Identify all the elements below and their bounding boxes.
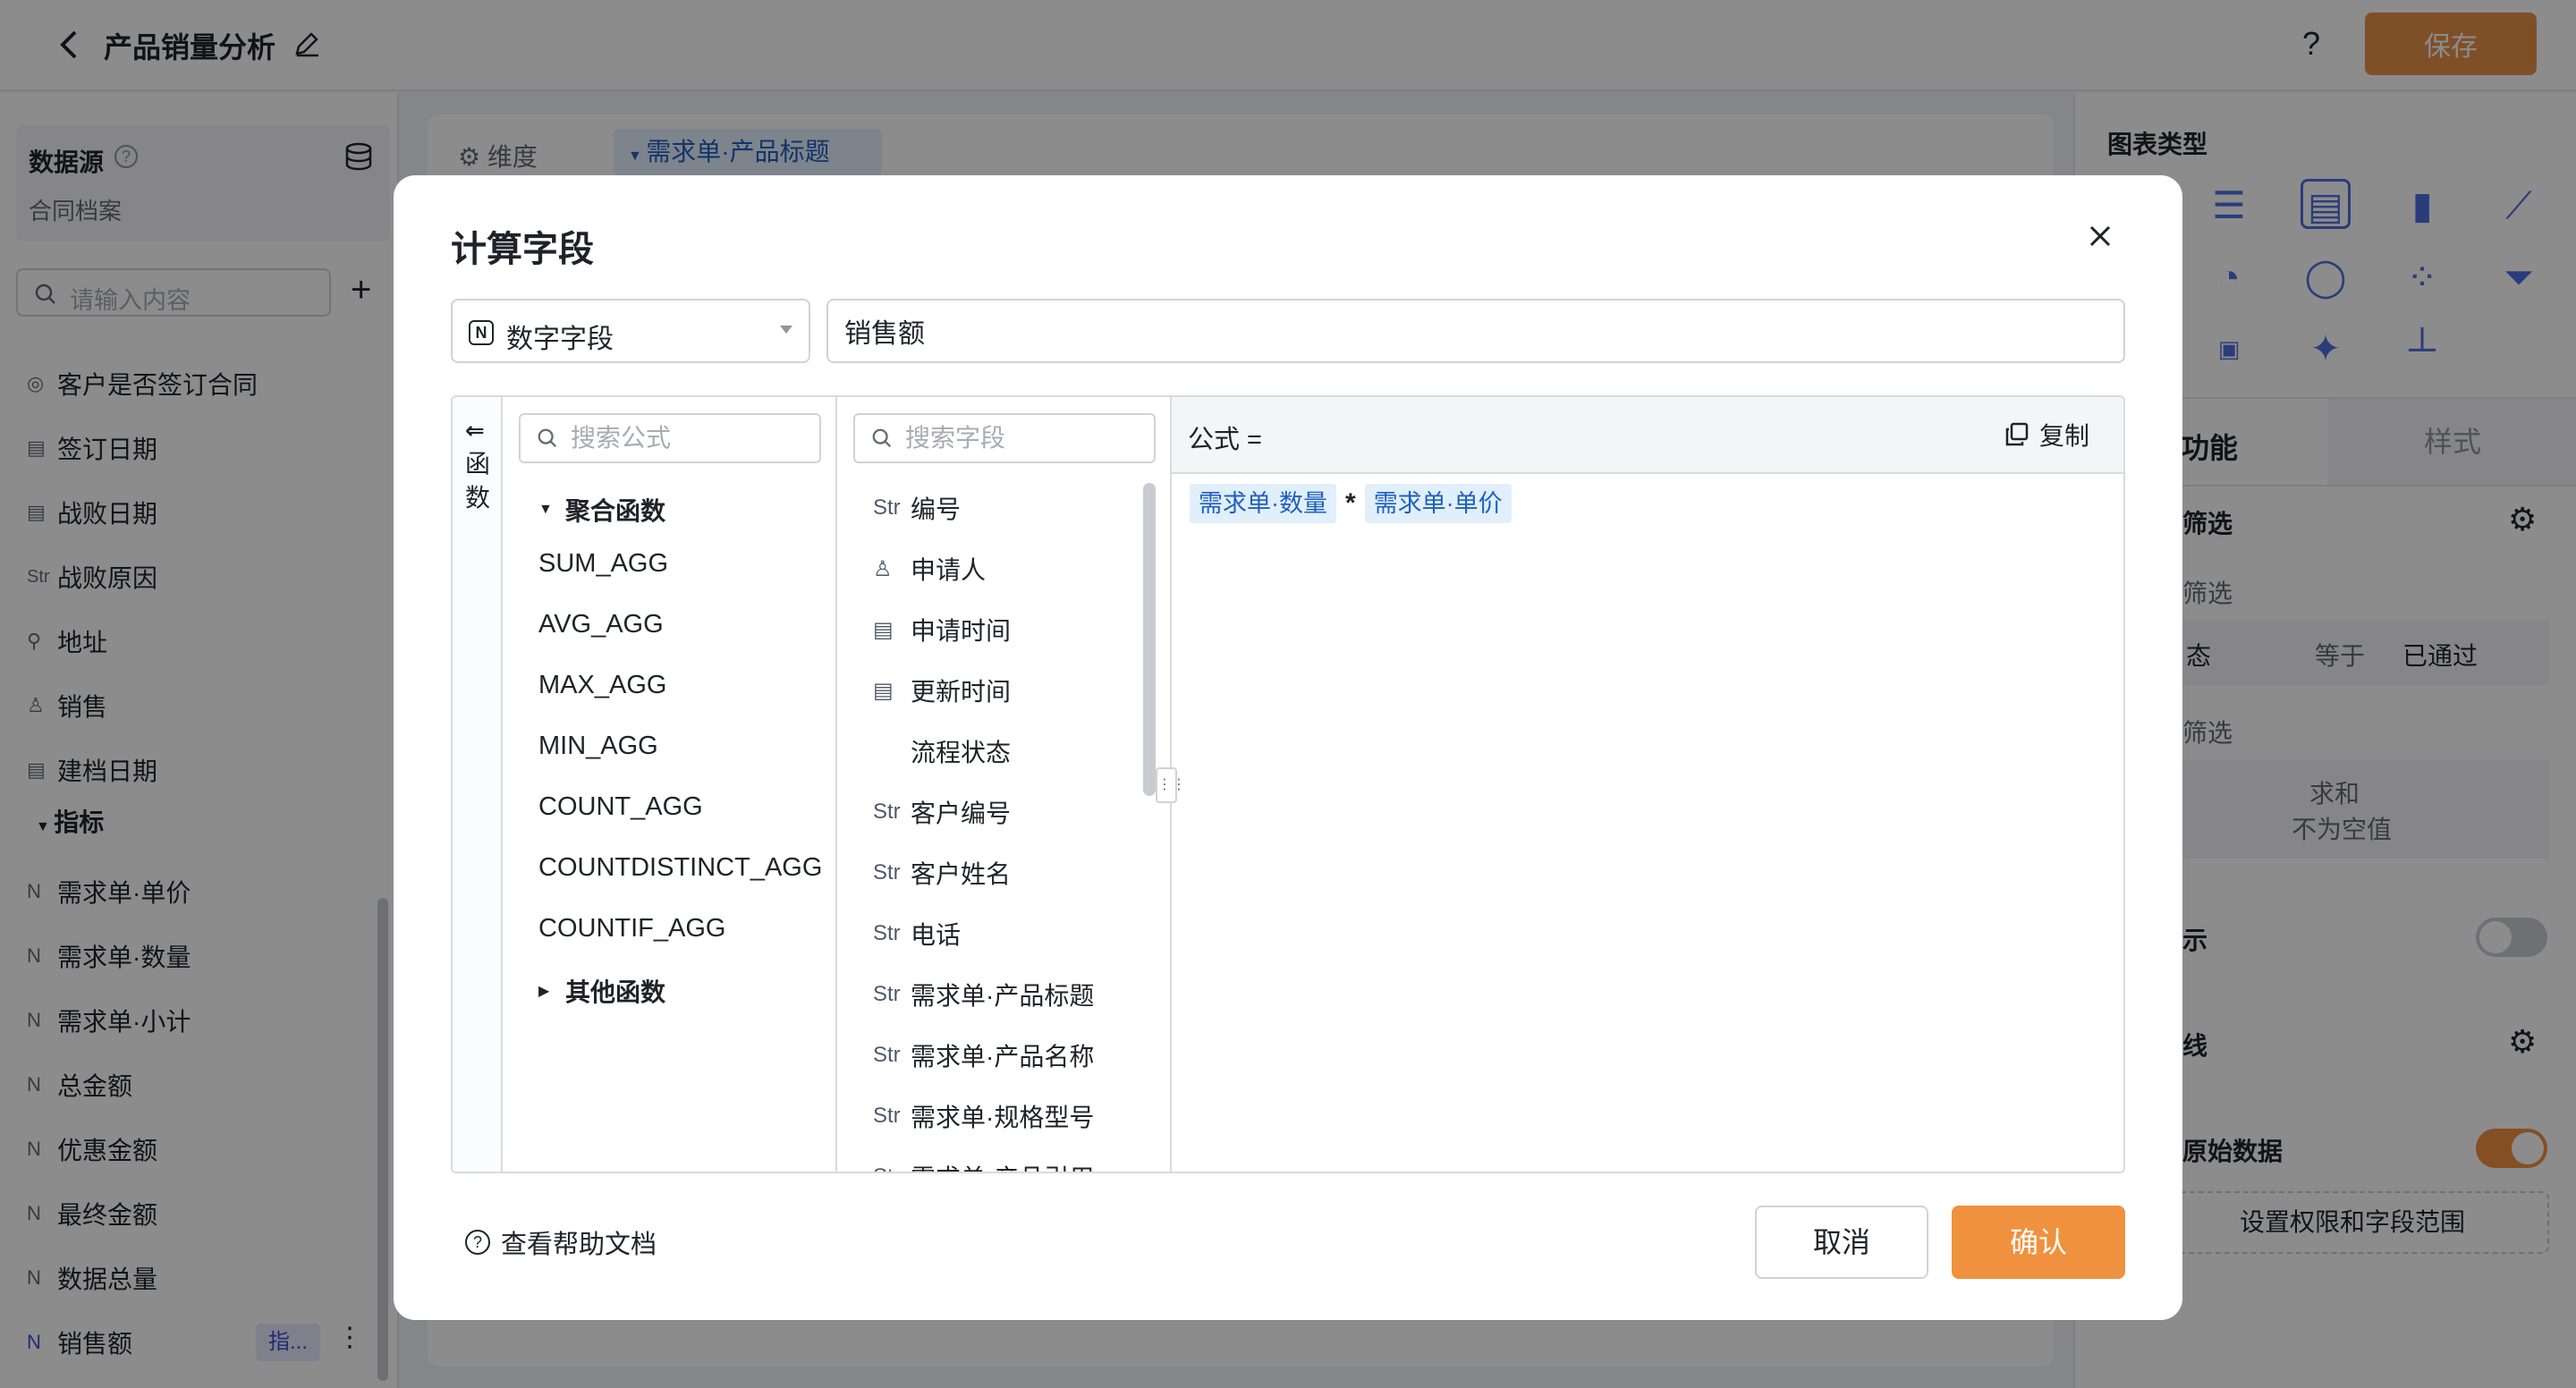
calendar-icon: ▤ (873, 678, 894, 703)
field-name-input[interactable] (826, 299, 2125, 363)
formula-editor: ⇐ 函数 ▼聚合函数 SUM_AGG AVG_AGG MAX_AGG MIN_A… (451, 395, 2125, 1173)
field-list-item[interactable]: Str 需求单·规格型号 (873, 1098, 1094, 1134)
formula-panel: 公式 = 复制 需求单·数量 * 需求单·单价 (1172, 397, 2123, 1172)
string-icon: Str (873, 921, 901, 945)
calculated-field-dialog: 计算字段 N 数字字段 ⇐ 函数 ▼聚合函数 SUM_AGG AVG_AGG M… (394, 175, 2182, 1320)
field-list-column: Str编号 ♙申请人 ▤申请时间 ▤更新时间 流程状态 Str客户编号 Str客… (837, 397, 1172, 1172)
collapse-left-icon[interactable]: ⇐ (465, 417, 485, 444)
close-icon[interactable] (2080, 216, 2120, 256)
string-icon: Str (873, 1043, 901, 1067)
formula-header: 公式 = 复制 (1172, 397, 2123, 474)
caret-right-icon: ▶ (538, 984, 550, 999)
string-icon: Str (873, 1164, 911, 1172)
formula-field-token[interactable]: 需求单·数量 (1190, 484, 1336, 523)
formula-field-token[interactable]: 需求单·单价 (1364, 484, 1512, 523)
copy-label: 复制 (2039, 422, 2090, 450)
string-icon: Str (873, 495, 901, 520)
function-item[interactable]: COUNT_AGG (538, 792, 703, 822)
field-list-item[interactable]: Str 客户姓名 (873, 855, 1011, 891)
function-item[interactable]: MIN_AGG (538, 732, 658, 761)
formula-operator: * (1345, 488, 1356, 518)
calendar-icon: ▤ (873, 617, 894, 642)
copy-icon (2005, 422, 2029, 446)
field-list-item[interactable]: Str 编号 (873, 490, 961, 526)
field-list-item[interactable]: Str 电话 (873, 916, 961, 952)
function-group-other[interactable]: ▶ 其他函数 (538, 973, 665, 1009)
function-item[interactable]: COUNTIF_AGG (538, 914, 725, 944)
string-icon: Str (873, 860, 901, 884)
function-rail-label: 函数 (464, 450, 490, 512)
field-list-item[interactable]: ♙ 申请人 (873, 551, 986, 587)
formula-label: 公式 = (1188, 426, 1262, 454)
help-doc-label: 查看帮助文档 (501, 1231, 657, 1259)
string-icon: Str (873, 982, 901, 1006)
field-type-select[interactable]: N 数字字段 (451, 299, 810, 363)
person-icon: ♙ (873, 556, 893, 581)
function-item[interactable]: COUNTDISTINCT_AGG (538, 853, 822, 883)
function-search-box[interactable] (519, 413, 821, 463)
field-list-item[interactable]: ▤ 更新时间 (873, 673, 1011, 708)
string-icon: Str (873, 1104, 901, 1128)
function-search-input[interactable] (571, 422, 812, 454)
field-list-item[interactable]: 流程状态 (873, 733, 1011, 769)
field-list-item[interactable]: ▤ 申请时间 (873, 612, 1011, 647)
copy-button[interactable]: 复制 (2004, 417, 2089, 453)
help-doc-link[interactable]: ? 查看帮助文档 (465, 1223, 657, 1261)
function-rail[interactable]: ⇐ 函数 (453, 397, 503, 1172)
field-list-item[interactable]: Str 需求单·产品标题 (873, 977, 1094, 1012)
field-list-scrollbar[interactable] (1143, 483, 1156, 796)
dialog-title: 计算字段 (451, 230, 594, 269)
question-circle-icon: ? (465, 1230, 490, 1255)
function-item[interactable]: SUM_AGG (538, 549, 668, 579)
field-type-value: 数字字段 (506, 325, 614, 354)
function-list-column: ▼聚合函数 SUM_AGG AVG_AGG MAX_AGG MIN_AGG CO… (503, 397, 837, 1172)
chevron-down-icon (780, 326, 792, 334)
field-list-item[interactable]: Str 客户编号 (873, 794, 1011, 830)
field-list-item[interactable]: Str 需求单·产品名称 (873, 1037, 1094, 1073)
function-group-aggregate[interactable]: ▼ 聚合函数 (538, 492, 665, 528)
cancel-button[interactable]: 取消 (1755, 1206, 1928, 1279)
search-icon (538, 428, 557, 448)
field-list-item[interactable]: Str需求单·产品引用 (873, 1159, 1094, 1172)
search-icon (872, 428, 892, 448)
field-search-box[interactable] (853, 413, 1156, 463)
string-icon: Str (873, 800, 901, 824)
caret-down-icon: ▼ (538, 502, 553, 517)
function-item[interactable]: MAX_AGG (538, 671, 666, 700)
formula-expression[interactable]: 需求单·数量 * 需求单·单价 (1190, 483, 1512, 524)
function-item[interactable]: AVG_AGG (538, 610, 664, 639)
confirm-button[interactable]: 确认 (1952, 1206, 2125, 1279)
field-search-input[interactable] (905, 422, 1147, 454)
number-icon: N (469, 320, 494, 345)
